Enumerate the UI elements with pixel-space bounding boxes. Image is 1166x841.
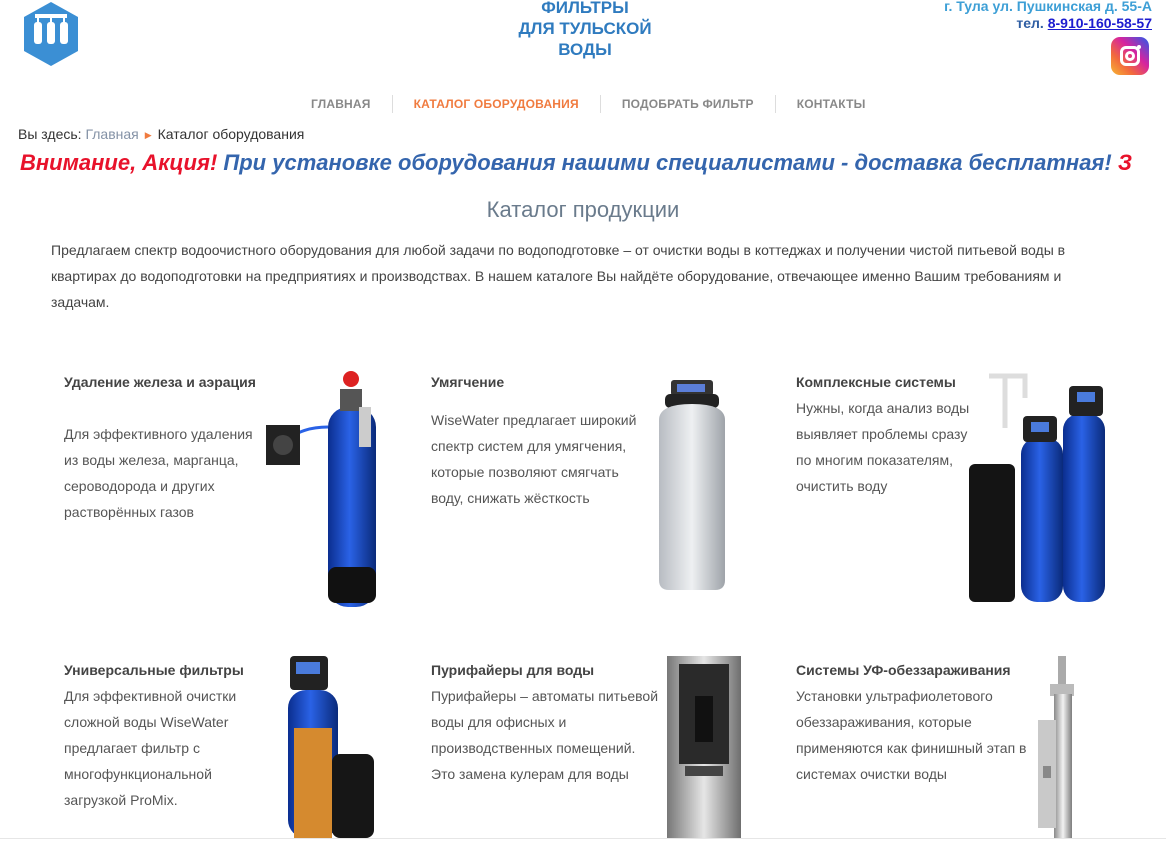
divider — [0, 838, 1166, 839]
catalog-intro: Предлагаем спектр водоочистного оборудов… — [51, 242, 1066, 310]
complex-system-image[interactable] — [965, 368, 1113, 606]
universal-filter-image[interactable] — [284, 656, 384, 838]
nav-item-catalog[interactable]: КАТАЛОГ ОБОРУДОВАНИЯ — [391, 95, 600, 113]
breadcrumb-arrow-icon: ▶ — [144, 130, 152, 140]
card-title[interactable]: Комплексные системы — [796, 369, 976, 395]
contact-block: г. Тула ул. Пушкинская д. 55-А тел. 8-91… — [944, 0, 1152, 32]
softener-cabinet-image[interactable] — [655, 380, 730, 592]
card-title[interactable]: Пурифайеры для воды — [431, 657, 661, 683]
nav-item-filter-select[interactable]: ПОДОБРАТЬ ФИЛЬТР — [599, 95, 775, 113]
catalog-card-iron-removal[interactable]: Удаление железа и аэрация Для эффективно… — [64, 369, 264, 525]
water-purifier-image[interactable] — [665, 656, 743, 838]
breadcrumb-prefix: Вы здесь: — [18, 126, 82, 142]
address-text: г. Тула ул. Пушкинская д. 55-А — [944, 0, 1152, 14]
instagram-icon[interactable] — [1111, 37, 1149, 75]
card-text: Нужны, когда анализ воды выявляет пробле… — [796, 400, 970, 494]
page-title: Каталог продукции — [486, 197, 680, 222]
site-header: ФИЛЬТРЫ ДЛЯ ТУЛЬСКОЙ ВОДЫ г. Тула ул. Пу… — [0, 0, 1166, 90]
phone-row: тел. 8-910-160-58-57 — [944, 15, 1152, 32]
instagram-dot — [1137, 45, 1141, 49]
card-text: Для эффективного удаления из воды железа… — [64, 426, 253, 520]
catalog-card-purifiers[interactable]: Пурифайеры для воды Пурифайеры – автомат… — [431, 657, 661, 787]
nav-item-contacts[interactable]: КОНТАКТЫ — [774, 95, 887, 113]
breadcrumb: Вы здесь: Главная ▶ Каталог оборудования — [18, 126, 304, 142]
site-brand-title[interactable]: ФИЛЬТРЫ ДЛЯ ТУЛЬСКОЙ ВОДЫ — [490, 0, 680, 60]
promo-message: При установке оборудования нашими специа… — [223, 150, 1112, 175]
promo-tail: З — [1117, 150, 1132, 175]
main-nav: ГЛАВНАЯ КАТАЛОГ ОБОРУДОВАНИЯ ПОДОБРАТЬ Ф… — [290, 94, 887, 114]
card-title[interactable]: Удаление железа и аэрация — [64, 369, 264, 395]
card-text: Установки ультрафиолетового обеззаражива… — [796, 688, 1027, 782]
catalog-card-complex-systems[interactable]: Комплексные системы Нужны, когда анализ … — [796, 369, 976, 499]
promo-alert: Внимание, Акция! — [20, 150, 218, 175]
iron-removal-filter-image[interactable] — [262, 367, 382, 607]
card-text: Пурифайеры – автоматы питьевой воды для … — [431, 688, 659, 782]
card-title[interactable]: Универсальные фильтры — [64, 657, 264, 683]
instagram-lens — [1125, 51, 1135, 61]
catalog-card-universal-filters[interactable]: Универсальные фильтры Для эффективной оч… — [64, 657, 264, 813]
brand-line: ВОДЫ — [558, 40, 612, 59]
brand-line: ДЛЯ ТУЛЬСКОЙ — [518, 19, 652, 38]
promo-banner: Внимание, Акция! При установке оборудова… — [20, 150, 1166, 176]
filters-logo-icon[interactable] — [21, 0, 81, 68]
catalog-card-softening[interactable]: Умягчение WiseWater предлагает широкий с… — [431, 369, 651, 511]
breadcrumb-current: Каталог оборудования — [157, 126, 305, 142]
card-text: WiseWater предлагает широкий спектр сист… — [431, 412, 637, 506]
uv-sterilizer-image[interactable] — [1034, 656, 1094, 838]
phone-link[interactable]: 8-910-160-58-57 — [1048, 15, 1152, 31]
nav-item-home[interactable]: ГЛАВНАЯ — [290, 95, 392, 113]
card-title[interactable]: Системы УФ-обеззараживания — [796, 657, 1036, 683]
card-text: Для эффективной очистки сложной воды Wis… — [64, 688, 237, 808]
brand-line: ФИЛЬТРЫ — [541, 0, 629, 17]
phone-label: тел. — [1016, 15, 1044, 31]
breadcrumb-home-link[interactable]: Главная — [85, 126, 138, 142]
catalog-card-uv-systems[interactable]: Системы УФ-обеззараживания Установки уль… — [796, 657, 1036, 787]
card-title[interactable]: Умягчение — [431, 369, 651, 395]
